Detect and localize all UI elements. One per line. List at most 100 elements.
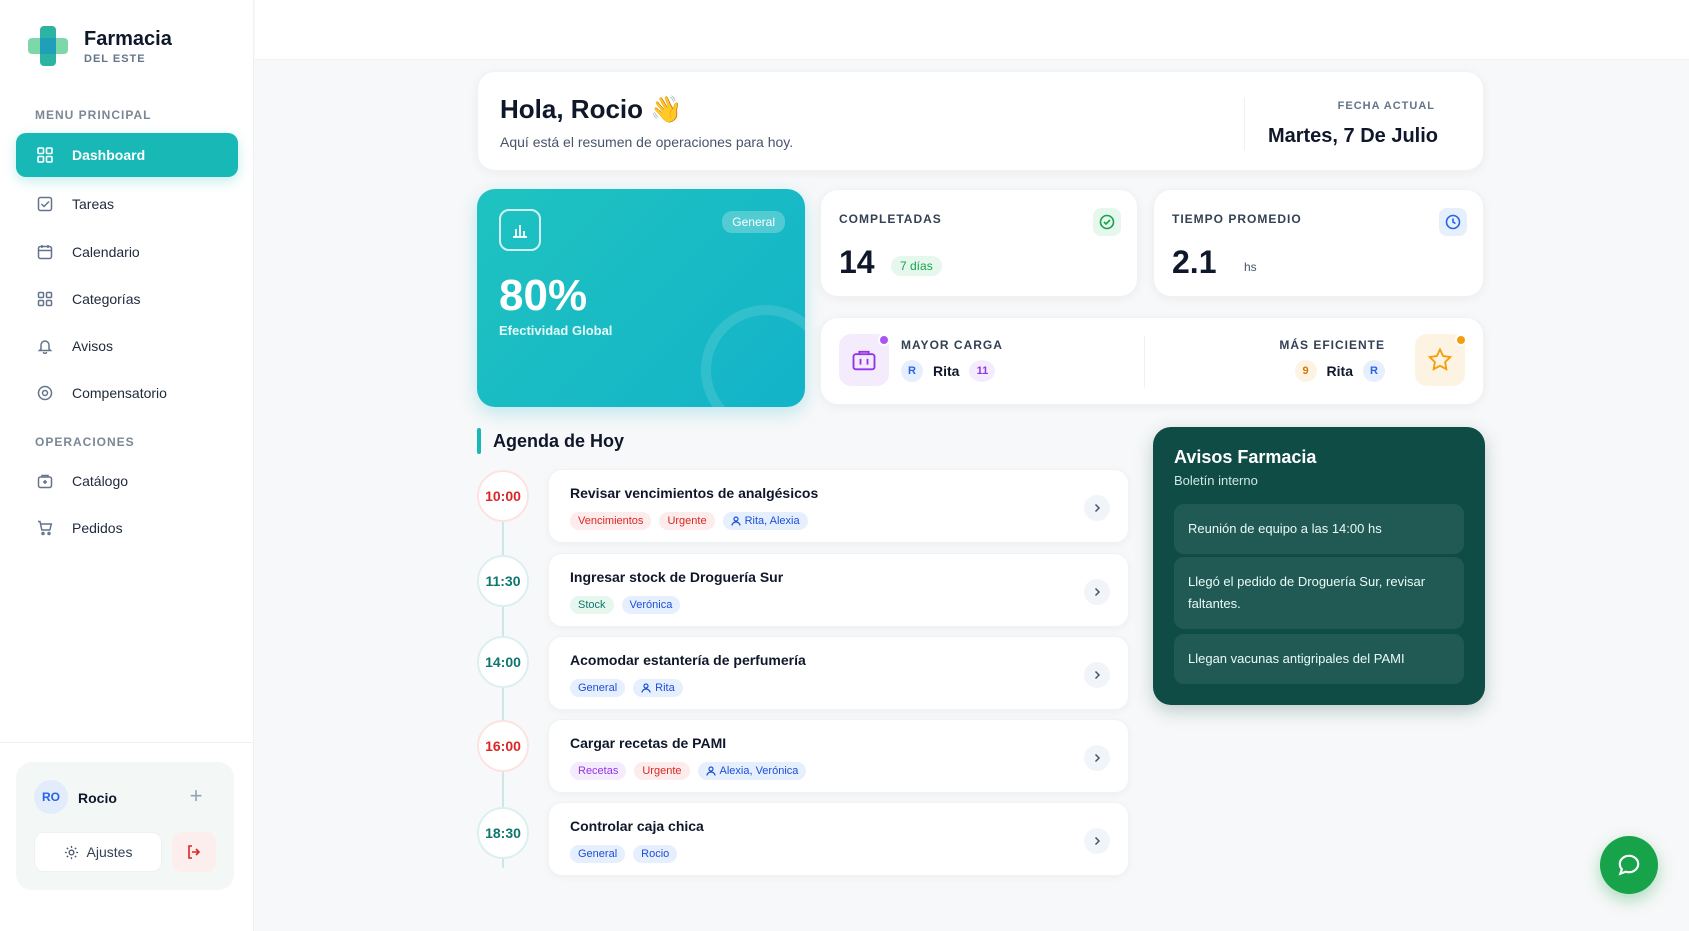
cart-icon — [36, 519, 54, 537]
tag-assignee: Rocio — [633, 845, 678, 863]
assignees-text: Rita — [655, 682, 675, 694]
tag-category: Stock — [570, 596, 614, 614]
divider — [1144, 336, 1145, 388]
status-dot — [878, 334, 890, 346]
notice-item[interactable]: Llegó el pedido de Droguería Sur, revisa… — [1174, 557, 1464, 629]
add-user-button[interactable]: + — [184, 783, 208, 808]
chevron-right-icon[interactable] — [1084, 662, 1110, 688]
pharmacy-cross-logo-icon — [26, 24, 70, 68]
bell-icon — [36, 337, 54, 355]
task-card[interactable]: Ingresar stock de Droguería Sur Stock Ve… — [548, 553, 1129, 627]
sidebar-divider — [0, 742, 254, 743]
effectiveness-value: 80% — [499, 271, 588, 320]
sidebar-item-compensatorio[interactable]: Compensatorio — [16, 371, 238, 415]
logout-button[interactable] — [172, 832, 216, 872]
notices-subtitle: Boletín interno — [1174, 473, 1258, 488]
tag-assignees: Rita — [633, 679, 683, 697]
brand[interactable]: Farmacia DEL ESTE — [26, 24, 172, 68]
max-load-row: R Rita 11 — [901, 360, 996, 382]
max-load-name: Rita — [933, 363, 960, 379]
greeting-subtitle: Aquí está el resumen de operaciones para… — [500, 134, 794, 150]
sidebar-item-calendario[interactable]: Calendario — [16, 230, 238, 274]
sidebar-item-catalogo[interactable]: Catálogo — [16, 459, 238, 503]
effectiveness-badge: General — [722, 211, 785, 233]
agenda-accent-bar — [477, 428, 481, 454]
sidebar-item-categorias[interactable]: Categorías — [16, 277, 238, 321]
date-label: FECHA ACTUAL — [1337, 100, 1435, 112]
sidebar-item-pedidos[interactable]: Pedidos — [16, 506, 238, 550]
task-card[interactable]: Acomodar estantería de perfumería Genera… — [548, 636, 1129, 710]
completed-card[interactable]: COMPLETADAS 14 7 días — [820, 189, 1138, 297]
notice-item[interactable]: Llegan vacunas antigripales del PAMI — [1174, 634, 1464, 684]
time-bubble: 10:00 — [477, 470, 529, 522]
chat-button[interactable] — [1600, 836, 1658, 894]
tag-category: General — [570, 679, 626, 697]
effectiveness-label: Efectividad Global — [499, 323, 613, 338]
check-circle-icon — [1093, 208, 1121, 236]
task-title: Cargar recetas de PAMI — [570, 735, 727, 751]
date-divider — [1244, 98, 1245, 150]
avatar: R — [1363, 360, 1385, 382]
chevron-right-icon[interactable] — [1084, 495, 1110, 521]
max-load-label: MAYOR CARGA — [901, 338, 1003, 352]
package-icon — [36, 472, 54, 490]
current-date: Martes, 7 De Julio — [1267, 125, 1438, 147]
plus-icon: + — [189, 783, 203, 808]
time-bubble: 14:00 — [477, 636, 529, 688]
settings-button[interactable]: Ajustes — [34, 832, 162, 872]
user-icon — [641, 683, 651, 693]
time-bubble: 18:30 — [477, 807, 529, 859]
average-time-unit: hs — [1244, 260, 1257, 274]
notices-title: Avisos Farmacia — [1174, 447, 1317, 467]
checkbox-icon — [36, 195, 54, 213]
user-icon — [705, 766, 716, 776]
user-name: Rocio — [78, 790, 117, 806]
tag-urgent: Urgente — [634, 762, 690, 780]
brand-name: Farmacia — [84, 27, 172, 50]
chevron-right-icon[interactable] — [1084, 828, 1110, 854]
most-efficient-row: 9 Rita R — [1294, 360, 1385, 382]
progress-ring — [701, 305, 805, 407]
most-efficient-name: Rita — [1326, 363, 1353, 379]
average-time-card[interactable]: TIEMPO PROMEDIO 2.1 hs — [1153, 189, 1484, 297]
notice-item[interactable]: Reunión de equipo a las 14:00 hs — [1174, 504, 1464, 554]
avatar[interactable]: RO — [34, 780, 68, 814]
sidebar-item-tareas[interactable]: Tareas — [16, 182, 238, 226]
tag-category: Vencimientos — [570, 512, 652, 530]
chevron-right-icon[interactable] — [1084, 579, 1110, 605]
sidebar-item-label: Pedidos — [72, 520, 123, 536]
categories-icon — [36, 290, 54, 308]
workload-card[interactable]: MAYOR CARGA R Rita 11 MÁS EFICIENTE 9 Ri… — [820, 317, 1484, 405]
chevron-right-icon[interactable] — [1084, 745, 1110, 771]
most-efficient-count: 9 — [1294, 360, 1317, 382]
gear-icon — [64, 845, 78, 859]
sidebar-item-label: Compensatorio — [72, 385, 167, 401]
tag-category: Recetas — [570, 762, 627, 780]
task-card[interactable]: Controlar caja chica General Rocio — [548, 802, 1129, 876]
time-bubble: 11:30 — [477, 555, 529, 607]
bar-chart-icon — [499, 209, 541, 251]
user-icon — [730, 516, 741, 526]
assignees-text: Rita, Alexia — [744, 515, 800, 527]
completed-label: COMPLETADAS — [839, 212, 942, 226]
tag-category: General — [570, 845, 626, 863]
section-label-operations: OPERACIONES — [35, 435, 135, 449]
task-title: Ingresar stock de Droguería Sur — [570, 569, 784, 585]
max-load-count: 11 — [969, 360, 996, 382]
sidebar-item-avisos[interactable]: Avisos — [16, 324, 238, 368]
effectiveness-card[interactable]: General 80% Efectividad Global — [477, 189, 805, 407]
sidebar-item-label: Avisos — [72, 338, 113, 354]
task-title: Controlar caja chica — [570, 818, 704, 834]
task-card[interactable]: Revisar vencimientos de analgésicos Venc… — [548, 469, 1129, 543]
task-title: Revisar vencimientos de analgésicos — [570, 485, 819, 501]
tag-assignees: Alexia, Verónica — [697, 762, 807, 780]
tag-assignees: Rita, Alexia — [722, 512, 808, 530]
sidebar-item-dashboard[interactable]: Dashboard — [16, 133, 238, 177]
completed-period-chip: 7 días — [891, 256, 942, 276]
target-icon — [36, 384, 54, 402]
logout-icon — [188, 845, 201, 859]
most-efficient-label: MÁS EFICIENTE — [1279, 338, 1385, 352]
task-card[interactable]: Cargar recetas de PAMI Recetas Urgente A… — [548, 719, 1129, 793]
average-time-value: 2.1 — [1172, 244, 1217, 280]
welcome-card: Hola, Rocio 👋 Aquí está el resumen de op… — [477, 71, 1484, 171]
